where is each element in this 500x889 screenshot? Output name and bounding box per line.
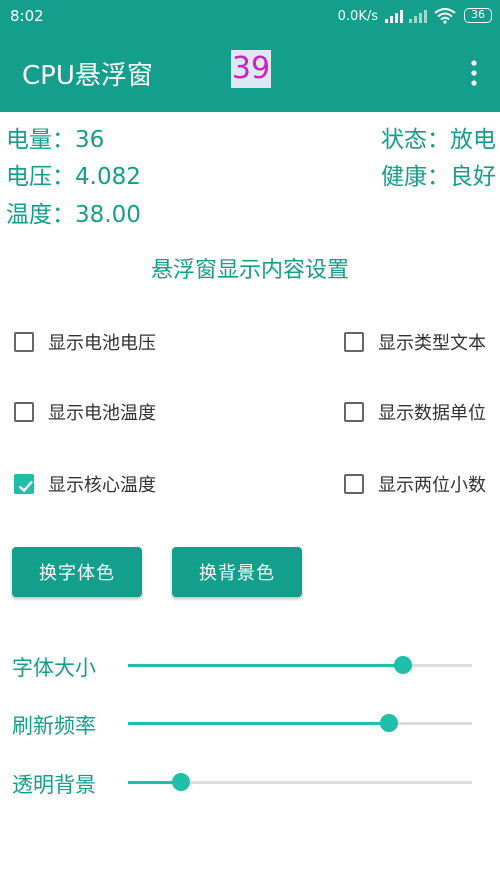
change-background-color-button[interactable]: 换背景色 bbox=[172, 547, 302, 597]
health-info: 健康：良好 bbox=[381, 157, 496, 191]
change-font-color-button[interactable]: 换字体色 bbox=[12, 547, 142, 597]
more-vert-icon[interactable] bbox=[470, 59, 478, 87]
slider-thumb[interactable] bbox=[394, 656, 413, 674]
option-label: 显示电池温度 bbox=[48, 403, 156, 424]
option-battery-voltage[interactable]: 显示电池电压 bbox=[14, 329, 156, 355]
slider-fill bbox=[128, 722, 390, 725]
option-data-unit[interactable]: 显示数据单位 bbox=[344, 399, 486, 425]
option-label: 显示核心温度 bbox=[48, 475, 156, 496]
temperature-value: 38.00 bbox=[75, 202, 141, 228]
charge-label: 电量： bbox=[6, 127, 75, 153]
font-size-slider[interactable] bbox=[128, 656, 472, 674]
voltage-info: 电压：4.082 bbox=[6, 157, 141, 191]
checkbox-core-temperature[interactable] bbox=[14, 474, 34, 494]
state-info: 状态：放电 bbox=[381, 120, 496, 154]
health-label: 健康： bbox=[381, 164, 450, 190]
slider-thumb[interactable] bbox=[172, 773, 191, 791]
signal-secondary-icon bbox=[409, 10, 427, 23]
refresh-rate-label: 刷新频率 bbox=[12, 714, 96, 738]
charge-info: 电量：36 bbox=[6, 120, 104, 154]
status-bar: 8:02 0.0K/s 36 bbox=[0, 0, 500, 34]
option-label: 显示数据单位 bbox=[378, 403, 486, 424]
app-toolbar: CPU悬浮窗 39 bbox=[0, 34, 500, 112]
checkbox-type-text[interactable] bbox=[344, 332, 364, 352]
font-size-label: 字体大小 bbox=[12, 656, 96, 680]
transparent-background-slider[interactable] bbox=[128, 773, 472, 791]
voltage-label: 电压： bbox=[6, 164, 75, 190]
checkbox-battery-voltage[interactable] bbox=[14, 332, 34, 352]
network-speed: 0.0K/s bbox=[337, 9, 378, 24]
state-value: 放电 bbox=[450, 127, 496, 153]
option-battery-temperature[interactable]: 显示电池温度 bbox=[14, 399, 156, 425]
live-cpu-value: 39 bbox=[231, 50, 271, 88]
transparent-background-label: 透明背景 bbox=[12, 773, 96, 797]
option-type-text[interactable]: 显示类型文本 bbox=[344, 329, 486, 355]
signal-icon bbox=[385, 10, 403, 23]
option-two-decimals[interactable]: 显示两位小数 bbox=[344, 471, 486, 497]
checkbox-battery-temperature[interactable] bbox=[14, 402, 34, 422]
state-label: 状态： bbox=[381, 127, 450, 153]
battery-level: 36 bbox=[471, 8, 485, 21]
wifi-icon bbox=[434, 8, 456, 24]
temperature-label: 温度： bbox=[6, 202, 75, 228]
checkbox-data-unit[interactable] bbox=[344, 402, 364, 422]
option-core-temperature[interactable]: 显示核心温度 bbox=[14, 471, 156, 497]
charge-value: 36 bbox=[75, 127, 105, 153]
temperature-info: 温度：38.00 bbox=[6, 195, 141, 229]
battery-icon: 36 bbox=[464, 8, 492, 23]
app-title: CPU悬浮窗 bbox=[22, 61, 153, 91]
option-label: 显示类型文本 bbox=[378, 333, 486, 354]
checkbox-two-decimals[interactable] bbox=[344, 474, 364, 494]
refresh-rate-slider[interactable] bbox=[128, 714, 472, 732]
health-value: 良好 bbox=[450, 164, 496, 190]
voltage-value: 4.082 bbox=[75, 164, 141, 190]
option-label: 显示电池电压 bbox=[48, 333, 156, 354]
slider-fill bbox=[128, 664, 404, 667]
check-icon bbox=[18, 480, 33, 493]
status-time: 8:02 bbox=[10, 7, 44, 25]
slider-thumb[interactable] bbox=[380, 714, 399, 732]
settings-title: 悬浮窗显示内容设置 bbox=[150, 258, 349, 283]
option-label: 显示两位小数 bbox=[378, 475, 486, 496]
